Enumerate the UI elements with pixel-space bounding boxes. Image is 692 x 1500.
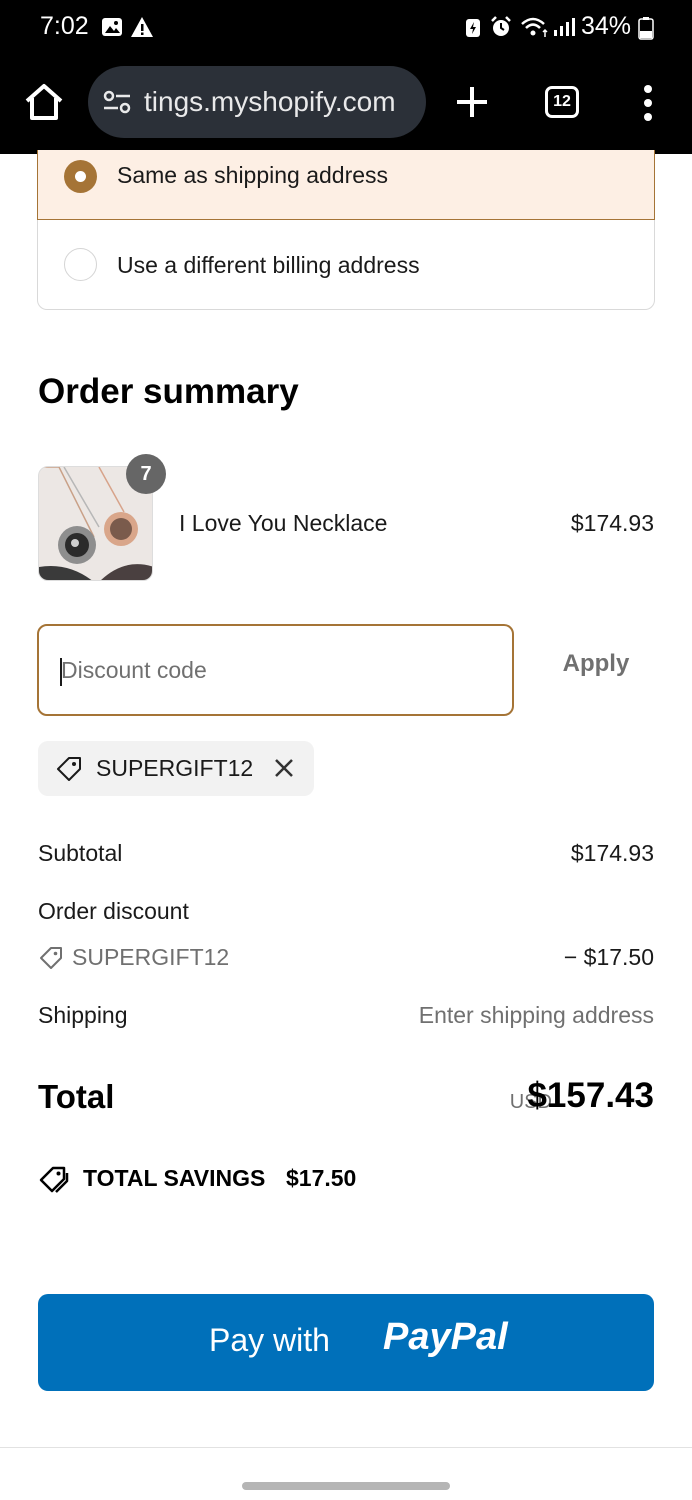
discount-placeholder: Discount code (61, 657, 207, 683)
product-price: $174.93 (570, 510, 654, 536)
radio-unselected[interactable] (64, 248, 97, 281)
pay-with-paypal-button[interactable]: Pay with PayPal (38, 1294, 654, 1391)
total-savings-label: TOTAL SAVINGS (83, 1165, 266, 1191)
tag-icon (40, 947, 62, 969)
billing-option-label: Use a different billing address (117, 252, 420, 278)
plus-icon[interactable] (454, 84, 490, 120)
discount-code-input[interactable]: Discount code (37, 624, 514, 716)
shipping-label: Shipping (38, 1002, 128, 1028)
applied-discount-chip: SUPERGIFT12 (38, 741, 314, 796)
battery-saver-icon (466, 19, 480, 37)
applied-discount-code: SUPERGIFT12 (96, 755, 254, 781)
url-text: tings.myshopify.com (144, 86, 396, 117)
status-time: 7:02 (40, 12, 89, 40)
gesture-home-bar[interactable] (242, 1482, 450, 1490)
order-summary-heading: Order summary (38, 372, 299, 411)
battery-percent: 34% (581, 12, 632, 40)
home-icon[interactable] (22, 82, 66, 122)
billing-option-different[interactable]: Use a different billing address (38, 220, 654, 309)
apply-button[interactable]: Apply (545, 650, 647, 690)
browser-toolbar: tings.myshopify.com 12 (0, 64, 692, 140)
divider (0, 1447, 692, 1448)
site-settings-icon[interactable] (102, 88, 132, 116)
tab-switcher-button[interactable]: 12 (545, 86, 579, 118)
order-discount-value: − $17.50 (563, 944, 654, 970)
savings-tag-icon (39, 1166, 69, 1193)
wifi-icon (521, 17, 548, 37)
signal-icon (554, 18, 575, 36)
order-discount-code: SUPERGIFT12 (72, 944, 230, 970)
billing-option-label: Same as shipping address (117, 162, 389, 188)
paypal-button-prefix: Pay with (209, 1322, 330, 1358)
tag-icon (57, 757, 81, 781)
product-name: I Love You Necklace (179, 510, 388, 536)
text-caret (60, 658, 62, 686)
warning-icon (131, 17, 153, 37)
radio-selected[interactable] (64, 160, 97, 193)
total-label: Total (38, 1078, 115, 1115)
browser-chrome: 7:02 34% tings.myshopify.com 12 (0, 0, 692, 154)
status-bar: 7:02 34% (0, 0, 692, 58)
order-discount-label: Order discount (38, 898, 189, 924)
quantity-badge: 7 (126, 454, 166, 494)
gallery-icon (102, 18, 122, 36)
subtotal-value: $174.93 (570, 840, 654, 866)
total-savings-value: $17.50 (286, 1165, 357, 1191)
shipping-value: Enter shipping address (418, 1002, 654, 1028)
address-bar[interactable]: tings.myshopify.com (88, 66, 426, 138)
billing-address-options: Same as shipping address Use a different… (37, 150, 655, 310)
more-vert-icon[interactable] (638, 84, 658, 122)
subtotal-label: Subtotal (38, 840, 123, 866)
close-icon[interactable] (272, 756, 296, 780)
paypal-logo: PayPal (383, 1316, 508, 1358)
alarm-icon (491, 16, 511, 36)
total-value: $157.43 (527, 1076, 654, 1115)
billing-option-same[interactable]: Same as shipping address (37, 150, 655, 220)
battery-icon (638, 17, 654, 40)
